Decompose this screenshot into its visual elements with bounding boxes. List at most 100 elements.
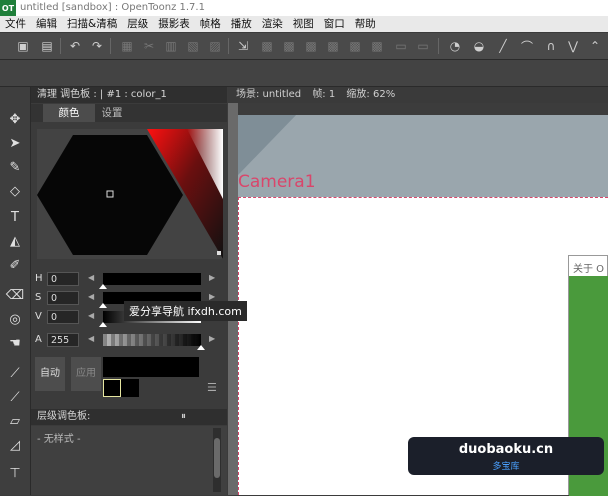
- polyline-icon[interactable]: ⋁: [564, 37, 582, 55]
- site-badge-main: duobaoku.cn: [458, 442, 554, 457]
- scene-viewer[interactable]: 场景: untitled 帧: 1 缩放: 62% Camera1 关于 O: [228, 87, 608, 496]
- pinch-tool-icon[interactable]: ⊤: [5, 463, 25, 483]
- saturation-field[interactable]: 0: [47, 291, 79, 305]
- level-palette-header: 层级调色板: ⏸: [31, 409, 227, 425]
- new-scene-icon[interactable]: ▣: [14, 37, 32, 55]
- channel-label: H: [35, 273, 43, 284]
- cell-d-icon[interactable]: ▩: [324, 37, 342, 55]
- alpha-slider[interactable]: [103, 334, 201, 346]
- color-wheel-area[interactable]: [37, 129, 223, 259]
- cell-f-icon[interactable]: ▩: [368, 37, 386, 55]
- alpha-field[interactable]: 255: [47, 333, 79, 347]
- selection-tool-icon[interactable]: ➤: [5, 133, 25, 153]
- menu-level[interactable]: 层级: [122, 16, 153, 32]
- increase-arrow-icon[interactable]: ▶: [209, 292, 215, 301]
- zoom-label: 缩放: 62%: [346, 89, 396, 100]
- camera-label: Camera1: [238, 172, 316, 192]
- tape-tool-icon[interactable]: ◎: [5, 309, 25, 329]
- new-style-swatch: [121, 379, 139, 397]
- decrease-arrow-icon[interactable]: ◀: [88, 273, 94, 282]
- hue-field[interactable]: 0: [47, 272, 79, 286]
- menu-render[interactable]: 渲染: [257, 16, 288, 32]
- current-style-swatch: [103, 357, 199, 377]
- curve-icon[interactable]: ∩: [542, 37, 560, 55]
- level-palette-scrollbar[interactable]: [213, 428, 221, 492]
- ruler-tool-icon[interactable]: ▱: [5, 411, 25, 431]
- geometric-tool-icon[interactable]: ◇: [5, 181, 25, 201]
- slider-thumb[interactable]: [99, 303, 107, 308]
- window-title: untitled [sandbox] : OpenToonz 1.7.1: [20, 2, 205, 13]
- shape-icon[interactable]: ⌃: [586, 37, 604, 55]
- menu-bar: 文件 编辑 扫描&清稿 层级 摄影表 帧格 播放 渲染 视图 窗口 帮助: [0, 16, 608, 32]
- slider-thumb[interactable]: [99, 284, 107, 289]
- delete-icon[interactable]: ▧: [184, 37, 202, 55]
- finger-tool-icon[interactable]: ☚: [5, 333, 25, 353]
- scene-label: 场景: untitled: [236, 89, 302, 100]
- menu-view[interactable]: 视图: [288, 16, 319, 32]
- menu-icon[interactable]: ☰: [207, 381, 217, 394]
- menu-help[interactable]: 帮助: [350, 16, 381, 32]
- auto-apply-toggle[interactable]: 自动: [35, 357, 65, 391]
- control-point-tool-icon[interactable]: ◿: [5, 435, 25, 455]
- style-mode-row: 自动 应用 ☰: [31, 353, 227, 399]
- menu-edit[interactable]: 编辑: [31, 16, 62, 32]
- rgb-picker-tool-icon[interactable]: ⟋: [5, 387, 25, 407]
- eraser-tool-icon[interactable]: ⌫: [5, 285, 25, 305]
- menu-windows[interactable]: 窗口: [319, 16, 350, 32]
- apply-button[interactable]: 应用: [71, 357, 101, 391]
- fill-tool-icon[interactable]: ◭: [5, 231, 25, 251]
- paste-icon[interactable]: ▥: [162, 37, 180, 55]
- hue-slider[interactable]: [103, 273, 201, 285]
- triangle-handle: [217, 251, 221, 255]
- channel-row-h: H 0 ◀ ▶: [31, 271, 227, 289]
- channel-label: A: [35, 334, 42, 345]
- title-bar: OT untitled [sandbox] : OpenToonz 1.7.1: [0, 0, 608, 16]
- channel-label: V: [35, 311, 42, 322]
- site-badge: duobaoku.cn 多宝库: [408, 437, 604, 475]
- frame-b-icon[interactable]: ▭: [414, 37, 432, 55]
- style-editor-header: 清理 调色板 : | #1 : color_1: [31, 87, 227, 103]
- animate-tool-icon[interactable]: ✥: [5, 109, 25, 129]
- menu-xsheet[interactable]: 摄影表: [153, 16, 195, 32]
- brush-tool-icon[interactable]: ✎: [5, 157, 25, 177]
- menu-file[interactable]: 文件: [0, 16, 31, 32]
- decrease-arrow-icon[interactable]: ◀: [88, 334, 94, 343]
- tab-settings[interactable]: 设置: [87, 104, 137, 122]
- cell-e-icon[interactable]: ▩: [346, 37, 364, 55]
- style-picker-tool-icon[interactable]: ⟋: [5, 363, 25, 383]
- onion-skin-icon[interactable]: ◔: [446, 37, 464, 55]
- menu-play[interactable]: 播放: [226, 16, 257, 32]
- menu-scan-cleanup[interactable]: 扫描&清稿: [62, 16, 122, 32]
- menu-cells[interactable]: 帧格: [195, 16, 226, 32]
- slider-thumb[interactable]: [99, 322, 107, 327]
- decrease-arrow-icon[interactable]: ◀: [88, 311, 94, 320]
- export-icon[interactable]: ⇲: [234, 37, 252, 55]
- cut-icon[interactable]: ✂: [140, 37, 158, 55]
- increase-arrow-icon[interactable]: ▶: [209, 334, 215, 343]
- redo-icon[interactable]: ↷: [88, 37, 106, 55]
- cell-b-icon[interactable]: ▩: [280, 37, 298, 55]
- line-icon[interactable]: ╱: [494, 37, 512, 55]
- tool-options-bar: [0, 60, 608, 87]
- cell-c-icon[interactable]: ▩: [302, 37, 320, 55]
- value-field[interactable]: 0: [47, 310, 79, 324]
- type-tool-icon[interactable]: T: [5, 207, 25, 227]
- no-style-label: - 无样式 -: [37, 434, 81, 445]
- arc-icon[interactable]: ⌒: [518, 37, 536, 55]
- tool-column: ✥ ➤ ✎ ◇ T ◭ ✐ ⌫ ◎ ☚ ⟋ ⟋ ▱ ◿ ⊤: [0, 87, 31, 495]
- slider-thumb[interactable]: [197, 345, 205, 350]
- increase-arrow-icon[interactable]: ▶: [209, 273, 215, 282]
- frame-label: 帧: 1: [312, 89, 336, 100]
- decrease-arrow-icon[interactable]: ◀: [88, 292, 94, 301]
- scrollbar-thumb[interactable]: [214, 438, 220, 478]
- brush-shape-icon[interactable]: ◒: [470, 37, 488, 55]
- save-scene-icon[interactable]: ▤: [38, 37, 56, 55]
- paint-brush-tool-icon[interactable]: ✐: [5, 255, 25, 275]
- undo-icon[interactable]: ↶: [66, 37, 84, 55]
- pin-icon[interactable]: ⏸: [181, 409, 186, 425]
- copy-icon[interactable]: ▦: [118, 37, 136, 55]
- insert-icon[interactable]: ▨: [206, 37, 224, 55]
- frame-a-icon[interactable]: ▭: [392, 37, 410, 55]
- cell-a-icon[interactable]: ▩: [258, 37, 276, 55]
- viewer-header: 场景: untitled 帧: 1 缩放: 62%: [228, 87, 608, 103]
